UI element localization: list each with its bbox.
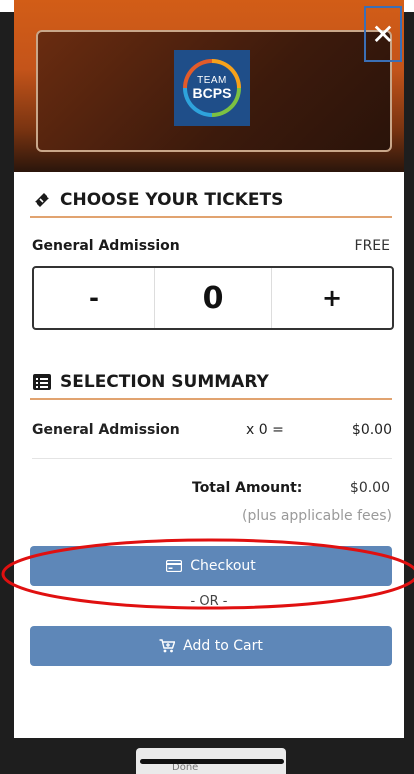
section-rule bbox=[30, 398, 392, 400]
summary-divider bbox=[32, 458, 392, 459]
summary-row: General Admission x 0 = $0.00 bbox=[32, 422, 392, 442]
checkout-label: Checkout bbox=[190, 558, 256, 574]
choose-tickets-title: CHOOSE YOUR TICKETS bbox=[60, 190, 284, 210]
logo-ring: TEAM BCPS bbox=[183, 59, 241, 117]
checkout-button[interactable]: Checkout bbox=[30, 546, 392, 586]
quantity-value[interactable]: 0 bbox=[154, 268, 272, 328]
logo-core: TEAM BCPS bbox=[187, 63, 237, 113]
fees-note: (plus applicable fees) bbox=[241, 508, 392, 524]
close-button[interactable]: ✕ bbox=[364, 6, 402, 62]
team-bcps-logo: TEAM BCPS bbox=[174, 50, 250, 126]
ticket-modal: TEAM BCPS ✕ CHOOSE YOUR TICKETS General … bbox=[14, 0, 404, 738]
credit-card-icon bbox=[166, 560, 183, 572]
choose-tickets-heading: CHOOSE YOUR TICKETS bbox=[32, 190, 283, 210]
add-to-cart-button[interactable]: Add to Cart bbox=[30, 626, 392, 666]
add-to-cart-label: Add to Cart bbox=[183, 638, 263, 654]
system-bottom-bar: Done bbox=[0, 738, 414, 774]
close-icon: ✕ bbox=[371, 17, 395, 51]
logo-text-line2: BCPS bbox=[192, 85, 232, 101]
ticket-price: FREE bbox=[354, 238, 390, 254]
selection-summary-heading: SELECTION SUMMARY bbox=[32, 372, 269, 392]
ticket-name: General Admission bbox=[32, 238, 180, 254]
home-indicator bbox=[140, 759, 284, 764]
cart-plus-icon bbox=[159, 639, 176, 653]
quantity-stepper: - 0 + bbox=[32, 266, 394, 330]
ticket-icon bbox=[35, 193, 49, 207]
summary-item-price: $0.00 bbox=[351, 422, 392, 438]
summary-item-multiplier: x 0 = bbox=[246, 422, 284, 438]
total-amount-label: Total Amount: bbox=[192, 480, 303, 496]
increment-button[interactable]: + bbox=[272, 268, 392, 328]
decrement-button[interactable]: - bbox=[34, 268, 154, 328]
summary-item-name: General Admission bbox=[32, 422, 180, 438]
event-banner: TEAM BCPS ✕ bbox=[14, 0, 404, 172]
selection-summary-title: SELECTION SUMMARY bbox=[60, 372, 269, 392]
section-rule bbox=[30, 216, 392, 218]
list-icon bbox=[33, 374, 51, 390]
or-separator: - OR - bbox=[190, 594, 228, 609]
total-amount-value: $0.00 bbox=[349, 480, 390, 496]
